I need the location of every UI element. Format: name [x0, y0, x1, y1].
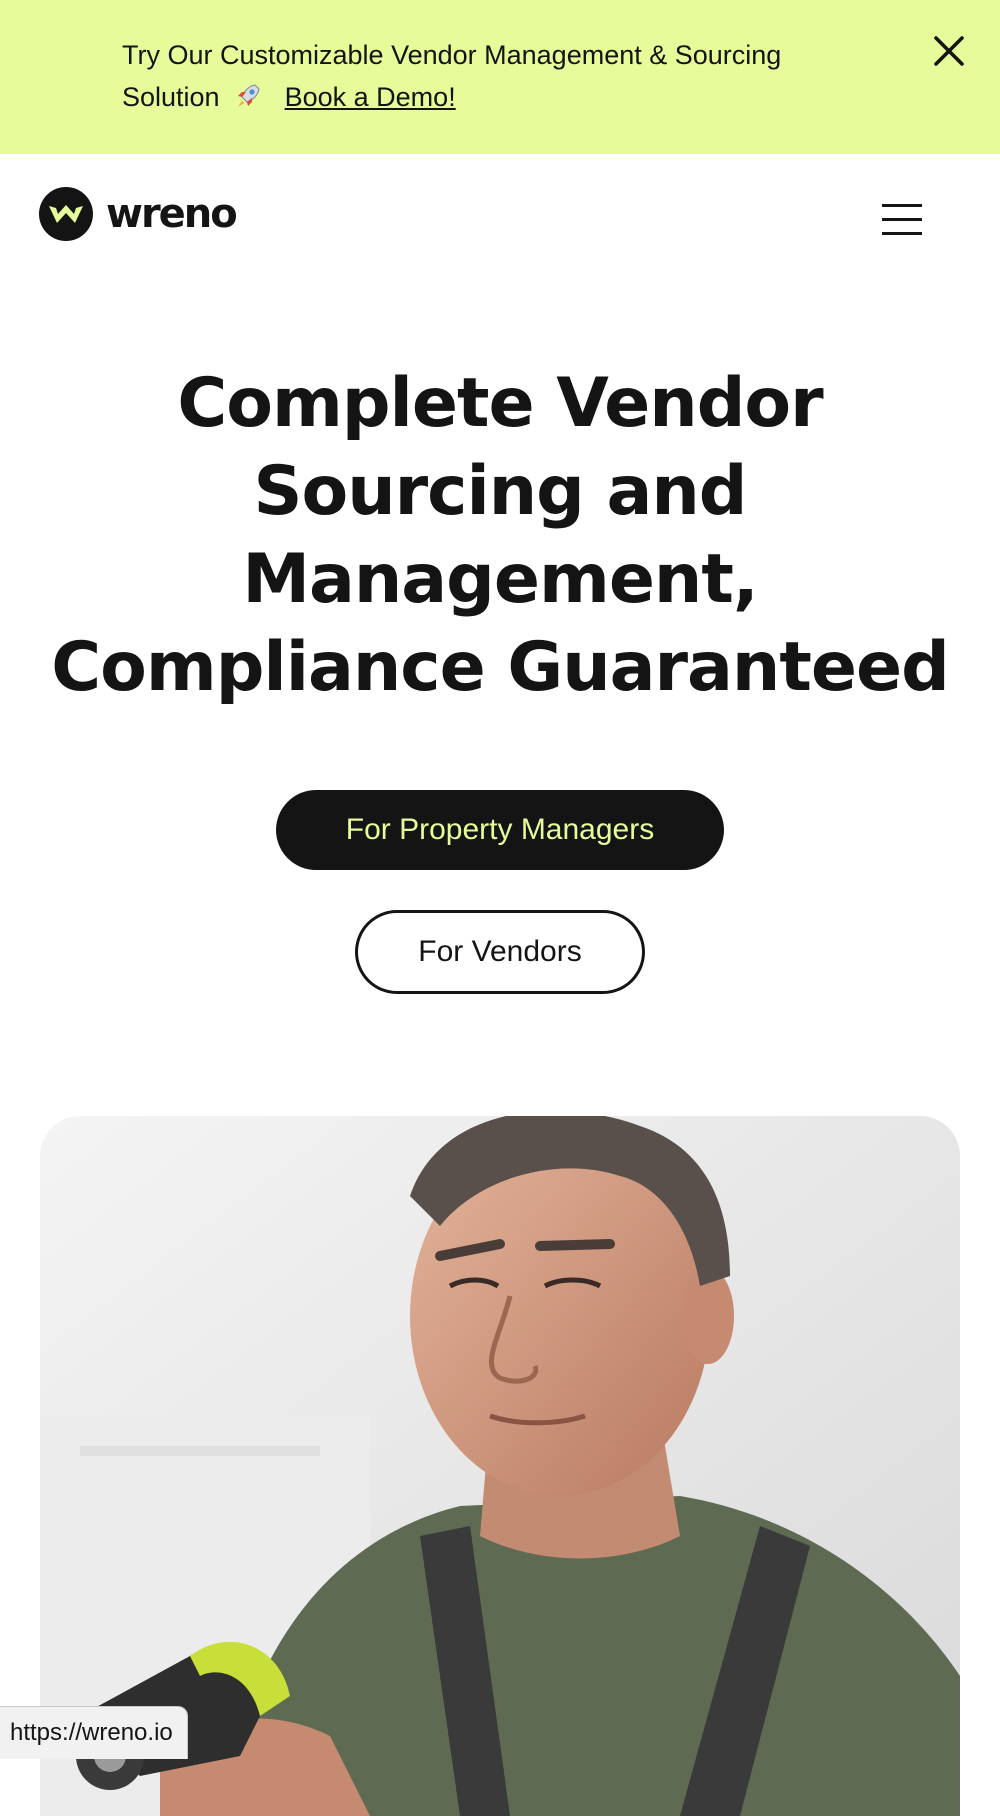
announcement-banner: Try Our Customizable Vendor Management &… — [0, 0, 1000, 154]
rocket-icon — [233, 81, 263, 111]
banner-message: Try Our Customizable Vendor Management &… — [122, 34, 882, 118]
book-demo-link[interactable]: Book a Demo! — [285, 82, 456, 112]
wreno-logo-icon — [39, 187, 93, 241]
hero-title: Complete Vendor Sourcing and Management,… — [51, 364, 950, 707]
property-managers-button[interactable]: For Property Managers — [276, 790, 724, 870]
menu-button[interactable] — [876, 200, 928, 240]
wreno-logo[interactable]: wreno — [38, 186, 238, 242]
vendors-button[interactable]: For Vendors — [355, 910, 645, 994]
close-icon — [934, 36, 964, 66]
close-banner-button[interactable] — [926, 28, 972, 74]
site-header: wreno — [0, 154, 1000, 274]
hamburger-menu-icon — [882, 204, 922, 207]
logo-wordmark: wreno — [106, 191, 238, 237]
status-bar-url: https://wreno.io — [0, 1706, 188, 1759]
